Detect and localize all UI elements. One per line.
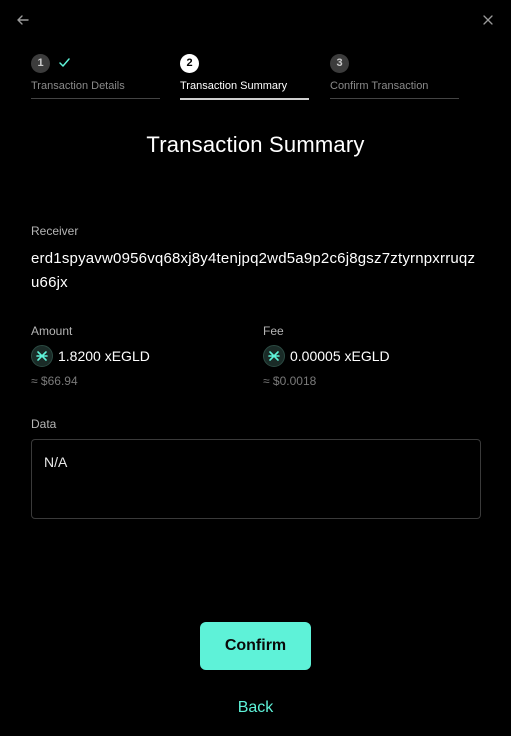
fee-value: 0.00005 xEGLD (290, 348, 390, 364)
step-transaction-details[interactable]: 1 Transaction Details (31, 52, 160, 100)
fee-row: 0.00005 xEGLD (263, 345, 390, 367)
step-underline (330, 98, 459, 99)
amount-value: 1.8200 xEGLD (58, 348, 150, 364)
step-underline (180, 98, 309, 100)
step-confirm-transaction[interactable]: 3 Confirm Transaction (330, 52, 459, 100)
data-label: Data (31, 417, 57, 431)
step-number: 2 (180, 54, 199, 73)
amount-row: 1.8200 xEGLD (31, 345, 150, 367)
step-underline (31, 98, 160, 99)
data-value: N/A (44, 454, 68, 470)
amount-usd: ≈ $66.94 (31, 374, 78, 388)
fee-usd: ≈ $0.0018 (263, 374, 317, 388)
back-button[interactable]: Back (0, 699, 511, 717)
checkmark-icon (59, 58, 70, 67)
arrow-left-icon[interactable] (14, 11, 32, 29)
egld-token-icon (31, 345, 53, 367)
confirm-button[interactable]: Confirm (200, 622, 311, 670)
egld-token-icon (263, 345, 285, 367)
amount-label: Amount (31, 324, 73, 338)
data-field: N/A (31, 439, 481, 519)
step-label: Confirm Transaction (330, 80, 429, 92)
top-bar (0, 0, 511, 40)
stepper: 1 Transaction Details 2 Transaction Summ… (31, 52, 481, 102)
close-icon[interactable] (480, 12, 496, 28)
page-title: Transaction Summary (146, 132, 365, 157)
fee-label: Fee (263, 324, 284, 338)
receiver-address: erd1spyavw0956vq68xj8y4tenjpq2wd5a9p2c6j… (31, 250, 476, 291)
step-number: 3 (330, 54, 349, 73)
receiver-label: Receiver (31, 224, 79, 238)
step-transaction-summary[interactable]: 2 Transaction Summary (180, 52, 309, 100)
step-label: Transaction Summary (180, 80, 288, 92)
step-number: 1 (31, 54, 50, 73)
step-label: Transaction Details (31, 80, 125, 92)
